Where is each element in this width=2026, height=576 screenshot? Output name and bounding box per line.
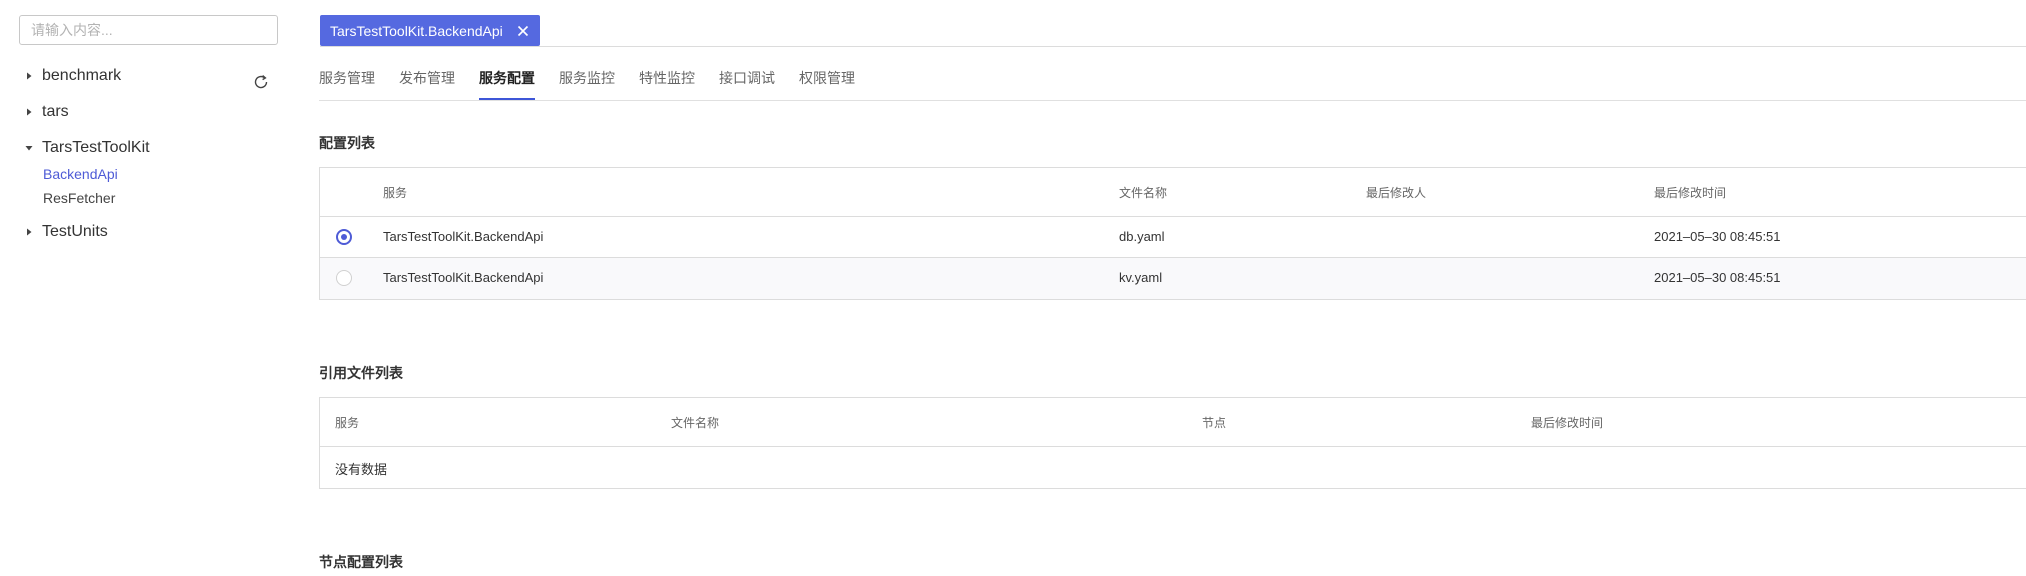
tree-node-testunits[interactable]: TestUnits [24,223,108,241]
cell-modified-time: 2021–05–30 08:45:51 [1654,270,1781,285]
empty-text: 没有数据 [335,462,388,477]
cell-filename: db.yaml [1119,229,1165,244]
tree-node-tars[interactable]: tars [24,103,69,121]
cell-service: TarsTestToolKit.BackendApi [383,270,544,285]
table-row[interactable]: TarsTestToolKit.BackendApi db.yaml 2021–… [320,217,2026,258]
tab-interface-debug[interactable]: 接口调试 [719,68,775,100]
cell-filename: kv.yaml [1119,270,1163,285]
tab-service-management[interactable]: 服务管理 [319,68,375,100]
tree-node-label: TarsTestToolKit [42,139,150,156]
tab-permission-management[interactable]: 权限管理 [799,68,855,100]
column-header: 最后修改时间 [1654,186,1727,200]
config-list-title: 配置列表 [319,135,375,151]
cell-service: TarsTestToolKit.BackendApi [383,229,544,244]
tab-service-config[interactable]: 服务配置 [479,68,535,100]
caret-right-icon [24,107,34,117]
subnav: 服务管理 发布管理 服务配置 服务监控 特性监控 接口调试 权限管理 [319,68,879,100]
tree-node-label: benchmark [42,67,122,84]
tab-service-monitor[interactable]: 服务监控 [559,68,615,100]
cell-modified-time: 2021–05–30 08:45:51 [1654,229,1781,244]
row-radio[interactable] [336,229,352,245]
tree-node-benchmark[interactable]: benchmark [24,67,121,85]
search-input[interactable] [19,15,278,45]
empty-row: 没有数据 [320,447,2026,488]
row-radio[interactable] [336,270,352,286]
caret-right-icon [24,227,34,237]
close-icon[interactable] [516,24,530,38]
config-table: 服务 文件名称 最后修改人 最后修改时间 TarsTestToolKit.Bac… [319,167,2026,300]
table-header: 服务 文件名称 节点 最后修改时间 [320,398,2026,447]
refresh-icon[interactable] [252,73,270,91]
column-header: 服务 [335,416,360,430]
table-row[interactable]: TarsTestToolKit.BackendApi kv.yaml 2021–… [320,258,2026,299]
ref-list-title: 引用文件列表 [319,365,403,381]
page-tab-divider [320,46,2026,47]
tree-node-label: tars [42,103,69,120]
table-header: 服务 文件名称 最后修改人 最后修改时间 [320,168,2026,217]
sidebar: benchmark tars TarsTestToolKit BackendAp… [0,0,300,576]
page-tab-title: TarsTestToolKit.BackendApi [330,22,503,39]
page-tab[interactable]: TarsTestToolKit.BackendApi [320,15,540,46]
column-header: 文件名称 [671,416,720,430]
tree-leaf-backendapi[interactable]: BackendApi [43,166,118,182]
caret-right-icon [24,71,34,81]
tree-node-tarstesttoolkit[interactable]: TarsTestToolKit [24,139,150,157]
caret-down-icon [24,143,34,153]
column-header: 最后修改人 [1366,186,1427,200]
tree-leaf-resfetcher[interactable]: ResFetcher [43,190,115,206]
tab-feature-monitor[interactable]: 特性监控 [639,68,695,100]
column-header: 最后修改时间 [1531,416,1604,430]
tree-node-label: TestUnits [42,223,108,240]
column-header: 节点 [1202,416,1227,430]
column-header: 服务 [383,186,408,200]
tab-release-management[interactable]: 发布管理 [399,68,455,100]
ref-table: 服务 文件名称 节点 最后修改时间 没有数据 [319,397,2026,489]
subnav-divider [319,100,2026,101]
node-config-title: 节点配置列表 [319,554,403,570]
column-header: 文件名称 [1119,186,1168,200]
